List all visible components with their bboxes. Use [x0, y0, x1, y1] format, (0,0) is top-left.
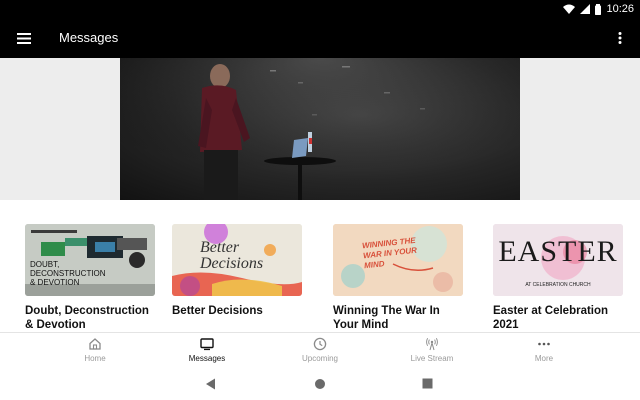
hero-illustration: [120, 58, 520, 200]
hero-banner: [0, 58, 640, 200]
nav-label: Live Stream: [410, 354, 454, 363]
more-horizontal-icon: [538, 342, 550, 346]
series-list: DOUBT, DECONSTRUCTION & DEVOTION Doubt, …: [0, 200, 640, 332]
nav-item-more[interactable]: More: [504, 337, 584, 363]
nav-label: More: [534, 354, 554, 363]
series-title: Better Decisions: [172, 305, 263, 317]
broadcast-icon: [426, 337, 438, 351]
more-vertical-icon: [618, 32, 622, 44]
nav-label: Upcoming: [301, 354, 338, 363]
app-bar: Messages: [0, 18, 640, 58]
series-art-text: EASTER: [498, 235, 618, 268]
nav-label: Messages: [188, 354, 226, 363]
series-title: Easter at Celebration 2021: [493, 305, 609, 331]
home-circle-icon[interactable]: [314, 378, 326, 390]
series-thumbnail: WINNING THE WAR IN YOUR MIND: [333, 224, 463, 296]
menu-button[interactable]: [14, 28, 34, 48]
page-title: Messages: [59, 30, 119, 45]
system-navigation-bar: [0, 368, 640, 400]
recents-icon[interactable]: [422, 378, 433, 389]
nav-item-upcoming[interactable]: Upcoming: [280, 337, 360, 363]
series-title: Winning The War In Your Mind: [333, 305, 440, 331]
series-art-text: DOUBT, DECONSTRUCTION & DEVOTION: [30, 260, 106, 287]
menu-icon: [17, 32, 31, 44]
home-icon: [89, 338, 101, 350]
nav-item-live-stream[interactable]: Live Stream: [392, 337, 472, 363]
back-icon[interactable]: [205, 378, 216, 390]
clock-icon: [313, 337, 327, 351]
series-title: Doubt, Deconstruction & Devotion: [25, 305, 149, 331]
status-time: 10:26: [606, 3, 634, 15]
tv-icon: [200, 338, 214, 351]
nav-label: Home: [84, 354, 106, 363]
series-thumbnail: Better Decisions: [172, 224, 302, 296]
series-card[interactable]: EASTER AT CELEBRATION CHURCH Easter at C…: [493, 224, 623, 332]
overflow-menu-button[interactable]: [610, 28, 630, 48]
nav-item-messages[interactable]: Messages: [167, 337, 247, 363]
series-card[interactable]: WINNING THE WAR IN YOUR MIND Winning The…: [333, 224, 463, 332]
wifi-icon: [563, 4, 576, 14]
bottom-navigation: Home Messages Upcoming Live Stream More: [0, 332, 640, 368]
status-bar: 10:26: [0, 0, 640, 18]
battery-icon: [595, 3, 602, 15]
series-thumbnail: DOUBT, DECONSTRUCTION & DEVOTION: [25, 224, 155, 296]
hero-image[interactable]: [120, 58, 520, 200]
series-art-text: Better Decisions: [200, 239, 264, 272]
series-thumbnail: EASTER AT CELEBRATION CHURCH: [493, 224, 623, 296]
series-card[interactable]: Better Decisions Better Decisions: [172, 224, 302, 318]
nav-item-home[interactable]: Home: [55, 337, 135, 363]
series-card[interactable]: DOUBT, DECONSTRUCTION & DEVOTION Doubt, …: [25, 224, 155, 332]
signal-icon: [580, 4, 591, 14]
series-art-subtext: AT CELEBRATION CHURCH: [525, 282, 591, 288]
status-icons: 10:26: [563, 2, 634, 16]
